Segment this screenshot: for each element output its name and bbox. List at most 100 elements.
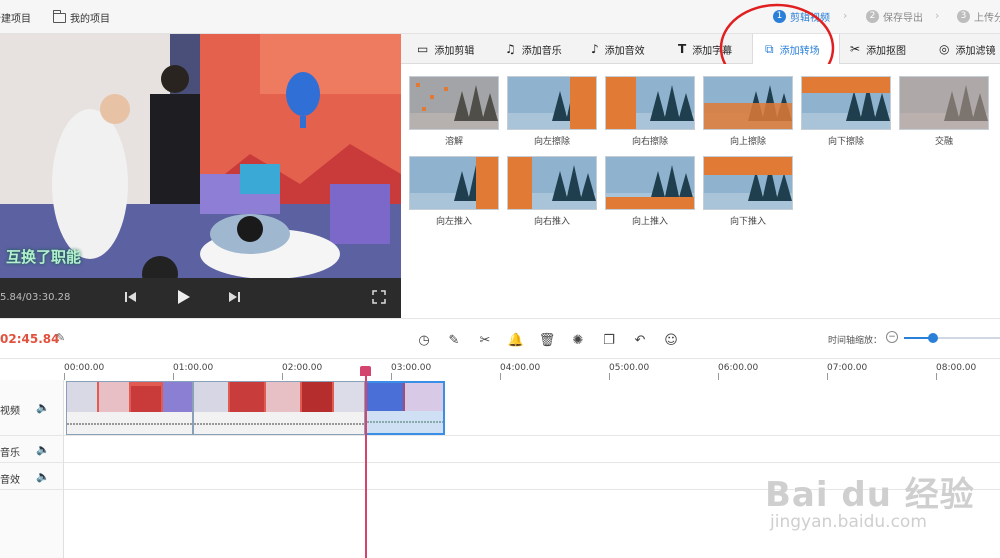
zoom-slider[interactable]: [904, 333, 1000, 343]
text-icon: T: [678, 42, 687, 56]
previous-frame-icon[interactable]: [125, 291, 137, 303]
filter-icon: ◎: [939, 42, 950, 56]
speaker-icon[interactable]: 🔈: [36, 443, 50, 456]
pencil-icon[interactable]: ✎: [445, 331, 463, 349]
undo-icon[interactable]: ↶: [631, 331, 649, 349]
ruler-tick-label: 06:00.00: [718, 363, 759, 373]
transition-thumb-push-right[interactable]: [507, 156, 597, 210]
tab-add-subtitle[interactable]: T 添加字幕: [678, 34, 732, 64]
video-clip[interactable]: [66, 381, 193, 435]
transition-thumb-blend[interactable]: [899, 76, 989, 130]
next-frame-icon[interactable]: [228, 291, 240, 303]
playback-time: 5.84/03:30.28: [0, 292, 71, 303]
transition-label: 向右推入: [533, 217, 570, 227]
emoji-icon[interactable]: ☺: [662, 331, 680, 349]
new-project-label: 新建项目: [0, 14, 31, 25]
magic-icon[interactable]: ✺: [569, 331, 587, 349]
transition-label: 向右擦除: [631, 137, 668, 147]
cutout-icon: ✂: [850, 42, 861, 56]
my-projects-button[interactable]: 我的项目: [52, 9, 110, 25]
music-track[interactable]: [64, 436, 1000, 463]
ruler-tick-label: 07:00.00: [827, 363, 868, 373]
speed-icon[interactable]: ◷: [415, 331, 433, 349]
transition-thumb-wipe-left[interactable]: [507, 76, 597, 130]
sound-effect-icon: ♪: [591, 42, 599, 56]
speaker-icon[interactable]: 🔈: [36, 470, 50, 483]
video-track-header: 视频 🔈: [0, 380, 64, 436]
playhead-line: [365, 368, 367, 558]
video-frame-image: [0, 34, 401, 278]
play-icon[interactable]: [177, 289, 191, 305]
step-number: 2: [866, 10, 879, 23]
tab-label: 添加字幕: [692, 45, 733, 57]
bell-icon[interactable]: 🔔: [507, 331, 525, 349]
video-preview[interactable]: 互换了职能: [0, 34, 401, 278]
transition-label: 向左擦除: [533, 137, 570, 147]
transition-label: 向上擦除: [729, 137, 766, 147]
transitions-panel: 溶解 向左擦除 向右擦除 向上擦除 向下擦除 交融 向左推入 向右推入 向上推入 向下推入: [401, 64, 1000, 318]
transition-label: 向下擦除: [827, 137, 864, 147]
ruler-tick-label: 05:00.00: [609, 363, 650, 373]
tab-add-music[interactable]: ♫ 添加音乐: [505, 34, 562, 64]
tab-add-sound-effect[interactable]: ♪ 添加音效: [591, 34, 645, 64]
tab-add-filter[interactable]: ◎ 添加滤镜: [939, 34, 995, 64]
top-bar: 新建项目 我的项目 1 剪辑视频 › 2 保存导出 › 3 上传分: [0, 0, 1000, 34]
transition-thumb-push-down[interactable]: [703, 156, 793, 210]
trash-icon[interactable]: 🗑: [538, 331, 556, 349]
transition-label: 向左推入: [435, 217, 472, 227]
zoom-out-icon[interactable]: −: [886, 331, 898, 343]
track-label: 音效: [0, 475, 20, 486]
new-project-button[interactable]: 新建项目: [0, 10, 31, 25]
ruler-tick-label: 01:00.00: [173, 363, 214, 373]
transition-thumb-wipe-right[interactable]: [605, 76, 695, 130]
fullscreen-icon[interactable]: [372, 290, 386, 304]
zoom-label: 时间轴缩放：: [828, 336, 883, 346]
ruler-tick-label: 02:00.00: [282, 363, 323, 373]
transition-thumb-wipe-down[interactable]: [801, 76, 891, 130]
playhead-handle[interactable]: [360, 366, 371, 376]
edit-tabs: ▭ 添加剪辑 ♫ 添加音乐 ♪ 添加音效 T 添加字幕 ⧉ 添加转场 ✂ 添加抠图 ◎ 添加滤…: [401, 34, 1000, 65]
tab-add-clip[interactable]: ▭ 添加剪辑: [417, 34, 474, 64]
ruler-tick-label: 03:00.00: [391, 363, 432, 373]
transition-thumb-push-left[interactable]: [409, 156, 499, 210]
track-label: 音乐: [0, 448, 20, 459]
sound-effect-track-header: 音效 🔈: [0, 463, 64, 490]
transition-thumb-dissolve[interactable]: [409, 76, 499, 130]
ruler-tick-label: 04:00.00: [500, 363, 541, 373]
step-label: 剪辑视频: [790, 13, 830, 24]
copy-icon[interactable]: ❐: [600, 331, 618, 349]
transition-thumb-wipe-up[interactable]: [703, 76, 793, 130]
step-2[interactable]: 2 保存导出: [866, 9, 923, 24]
step-3[interactable]: 3 上传分: [957, 9, 1000, 24]
chevron-right-icon: ›: [935, 9, 940, 22]
step-1[interactable]: 1 剪辑视频: [773, 9, 830, 24]
transition-icon: ⧉: [765, 42, 774, 56]
tab-add-cutout[interactable]: ✂ 添加抠图: [850, 34, 906, 64]
video-clip-selected[interactable]: [365, 381, 445, 435]
my-projects-label: 我的项目: [70, 14, 110, 25]
tab-label: 添加音乐: [521, 45, 562, 57]
baidu-watermark: Bai du 经验: [765, 475, 975, 515]
tab-label: 添加转场: [779, 46, 820, 57]
chevron-right-icon: ›: [843, 9, 848, 22]
scissors-icon[interactable]: ✂: [476, 331, 494, 349]
tab-add-transition[interactable]: ⧉ 添加转场: [752, 34, 840, 65]
music-track-header: 音乐 🔈: [0, 436, 64, 463]
empty-track-header: [0, 490, 64, 558]
step-label: 保存导出: [883, 13, 923, 24]
video-clip[interactable]: [193, 381, 365, 435]
step-number: 3: [957, 10, 970, 23]
edit-time-icon[interactable]: ✎: [56, 331, 65, 344]
speaker-icon[interactable]: 🔈: [36, 401, 50, 414]
current-time: 02:45.84: [0, 332, 60, 346]
timeline-ruler[interactable]: 00:00.00 01:00.00 02:00.00 03:00.00 04:00.00…: [0, 358, 1000, 381]
tab-label: 添加抠图: [866, 45, 907, 57]
transition-label: 向下推入: [729, 217, 766, 227]
zoom-slider-knob[interactable]: [927, 333, 938, 343]
transition-label: 交融: [934, 137, 953, 147]
step-number: 1: [773, 10, 786, 23]
transition-label: 向上推入: [631, 217, 668, 227]
transition-thumb-push-up[interactable]: [605, 156, 695, 210]
timeline-toolbar: 02:45.84 ✎ ◷ ✎ ✂ 🔔 🗑 ✺ ❐ ↶ ☺ 时间轴缩放： −: [0, 318, 1000, 358]
playback-controls: 5.84/03:30.28: [0, 278, 401, 318]
